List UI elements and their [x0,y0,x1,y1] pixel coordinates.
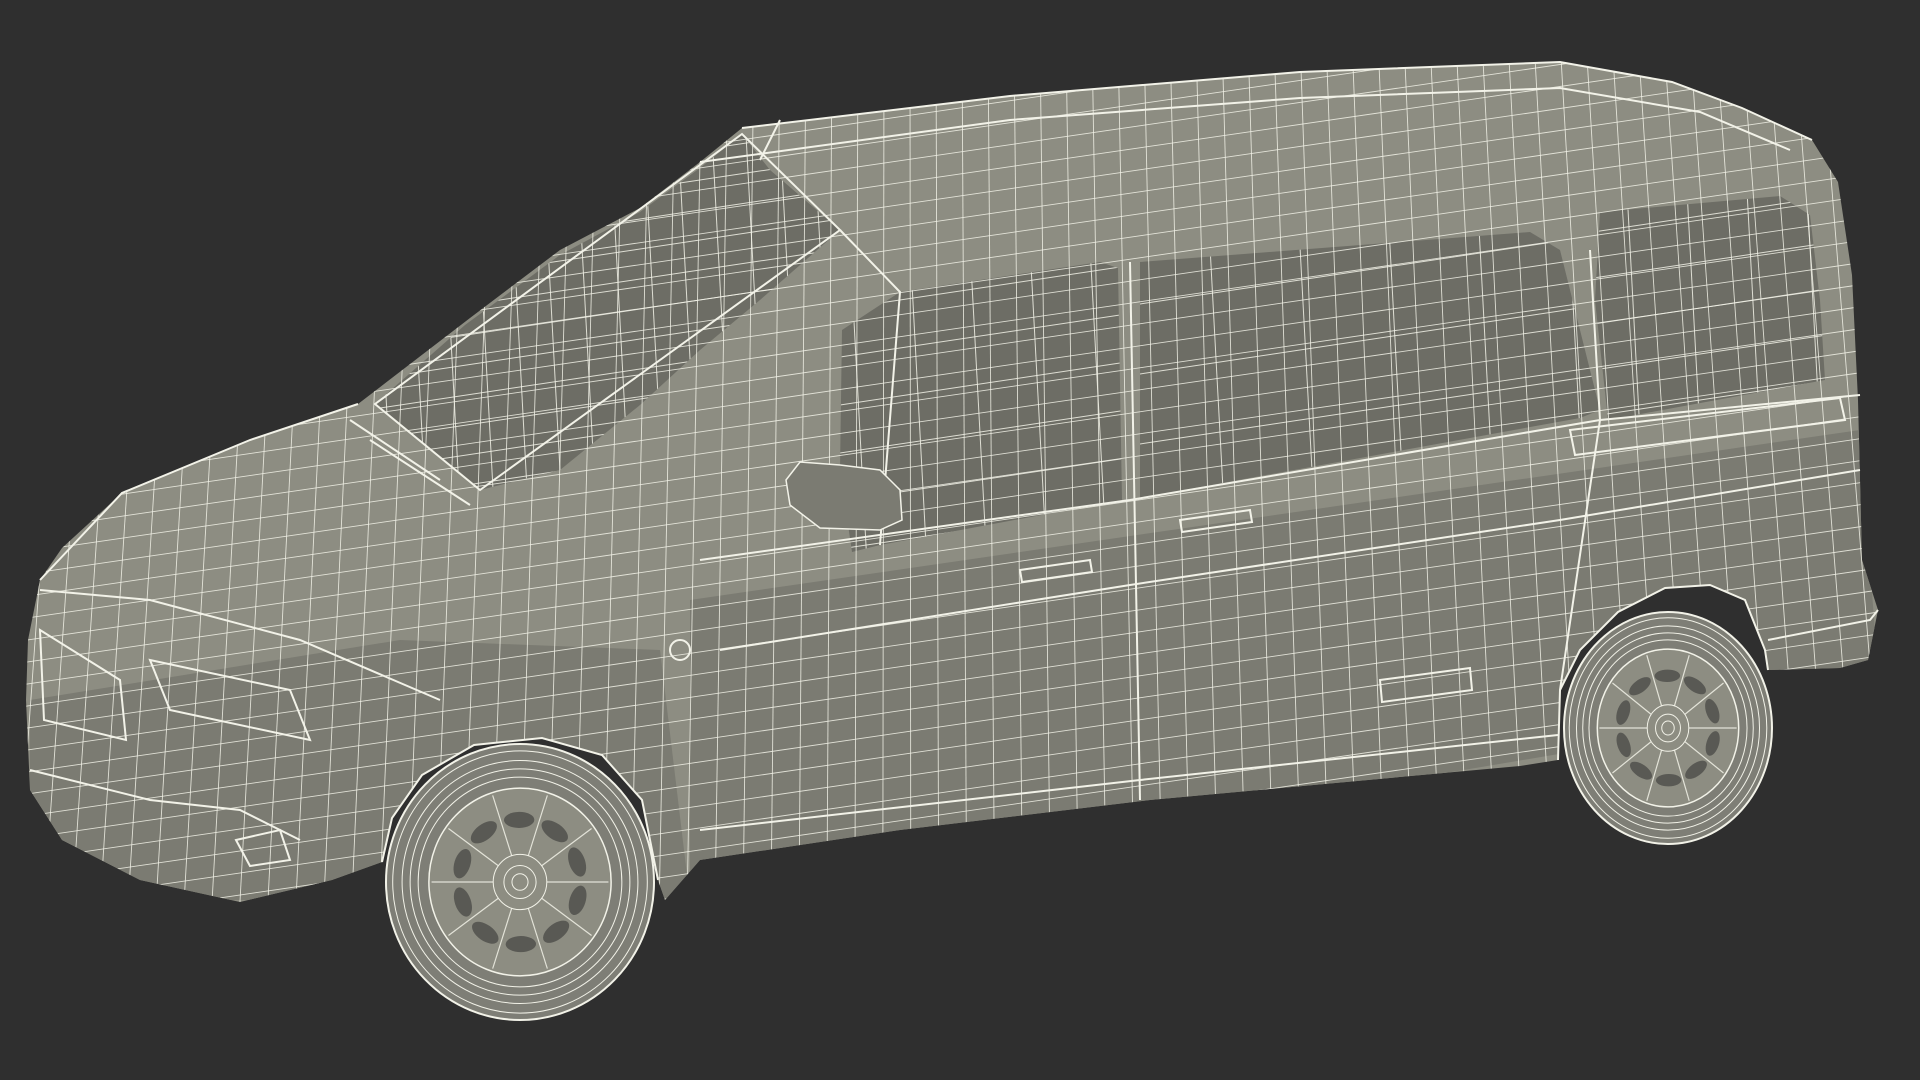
rear-wheel [1563,611,1773,845]
wireframe-van-render [0,0,1920,1080]
front-wheel [385,743,655,1021]
render-viewport [0,0,1920,1080]
